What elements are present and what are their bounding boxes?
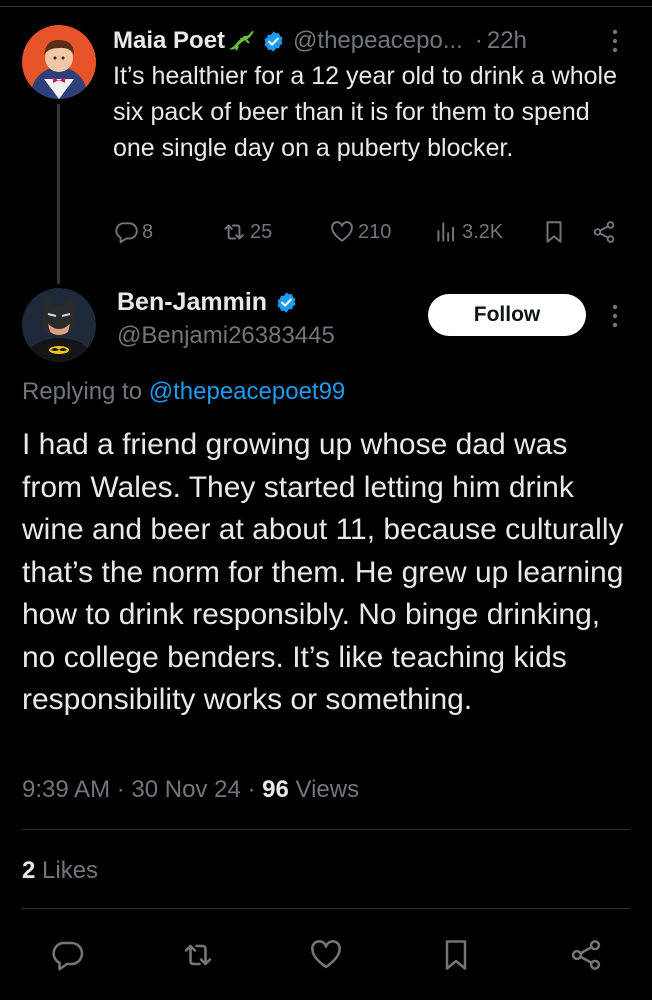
likes-summary[interactable]: 2 Likes — [22, 857, 98, 885]
views-label: Views — [288, 776, 360, 803]
like-icon[interactable] — [306, 935, 346, 975]
tweet-date[interactable]: 30 Nov 24 — [131, 776, 240, 803]
meta-sep-2: · — [240, 776, 263, 803]
main-author-name[interactable]: Ben-Jammin — [117, 288, 267, 317]
lizard-emoji-icon — [226, 29, 256, 53]
repost-icon[interactable] — [178, 935, 218, 975]
parent-views-button[interactable]: 3.2K — [433, 216, 503, 248]
share-icon[interactable] — [591, 216, 617, 248]
top-divider — [0, 6, 652, 7]
parent-action-bar: 8 25 210 3.2K — [113, 216, 623, 248]
meta-sep-1: · — [110, 776, 132, 803]
parent-like-button[interactable]: 210 — [329, 216, 391, 248]
like-icon — [329, 219, 355, 245]
parent-tweet-text: It’s healthier for a 12 year old to drin… — [113, 62, 617, 162]
views-count: 96 — [262, 776, 289, 803]
parent-reply-count: 8 — [142, 220, 154, 243]
verified-badge-icon — [262, 30, 285, 53]
main-action-bar — [0, 935, 652, 975]
parent-avatar[interactable] — [22, 25, 96, 99]
parent-views-count: 3.2K — [462, 220, 504, 243]
main-avatar[interactable] — [22, 288, 96, 362]
tweet-meta: 9:39 AM · 30 Nov 24 · 96 Views — [22, 776, 359, 804]
parent-repost-button[interactable]: 25 — [221, 216, 272, 248]
share-icon[interactable] — [566, 935, 606, 975]
repost-icon — [221, 219, 247, 245]
likes-count: 2 — [22, 857, 36, 884]
parent-dot-separator: · — [474, 27, 483, 54]
bookmark-icon[interactable] — [436, 935, 476, 975]
more-icon[interactable] — [610, 303, 620, 329]
replying-to-line: Replying to @thepeacepoet99 — [22, 378, 345, 406]
follow-button[interactable]: Follow — [428, 294, 586, 336]
parent-header: Maia Poet @thepeacepo... · 22h — [113, 26, 633, 56]
replying-prefix: Replying to — [22, 378, 149, 405]
reply-icon — [113, 219, 139, 245]
main-handle[interactable]: @Benjami26383445 — [117, 322, 335, 350]
main-tweet-text: I had a friend growing up whose dad was … — [22, 428, 624, 716]
reply-icon[interactable] — [47, 935, 87, 975]
views-icon — [433, 219, 459, 245]
parent-repost-count: 25 — [250, 220, 273, 243]
divider — [22, 908, 630, 909]
parent-timestamp[interactable]: 22h — [487, 27, 527, 55]
parent-handle[interactable]: @thepeacepo... — [293, 27, 463, 55]
main-author-name-row[interactable]: Ben-Jammin — [117, 288, 298, 317]
parent-reply-button[interactable]: 8 — [113, 216, 153, 248]
replying-mention-link[interactable]: @thepeacepoet99 — [149, 378, 346, 405]
divider — [22, 829, 630, 830]
tweet-time[interactable]: 9:39 AM — [22, 776, 110, 803]
parent-like-count: 210 — [358, 220, 392, 243]
bookmark-icon[interactable] — [541, 216, 567, 248]
parent-author-name[interactable]: Maia Poet — [113, 27, 225, 55]
likes-label: Likes — [35, 857, 99, 884]
thread-connector-line — [57, 104, 60, 284]
more-icon[interactable] — [610, 28, 620, 54]
verified-badge-icon — [275, 291, 298, 314]
